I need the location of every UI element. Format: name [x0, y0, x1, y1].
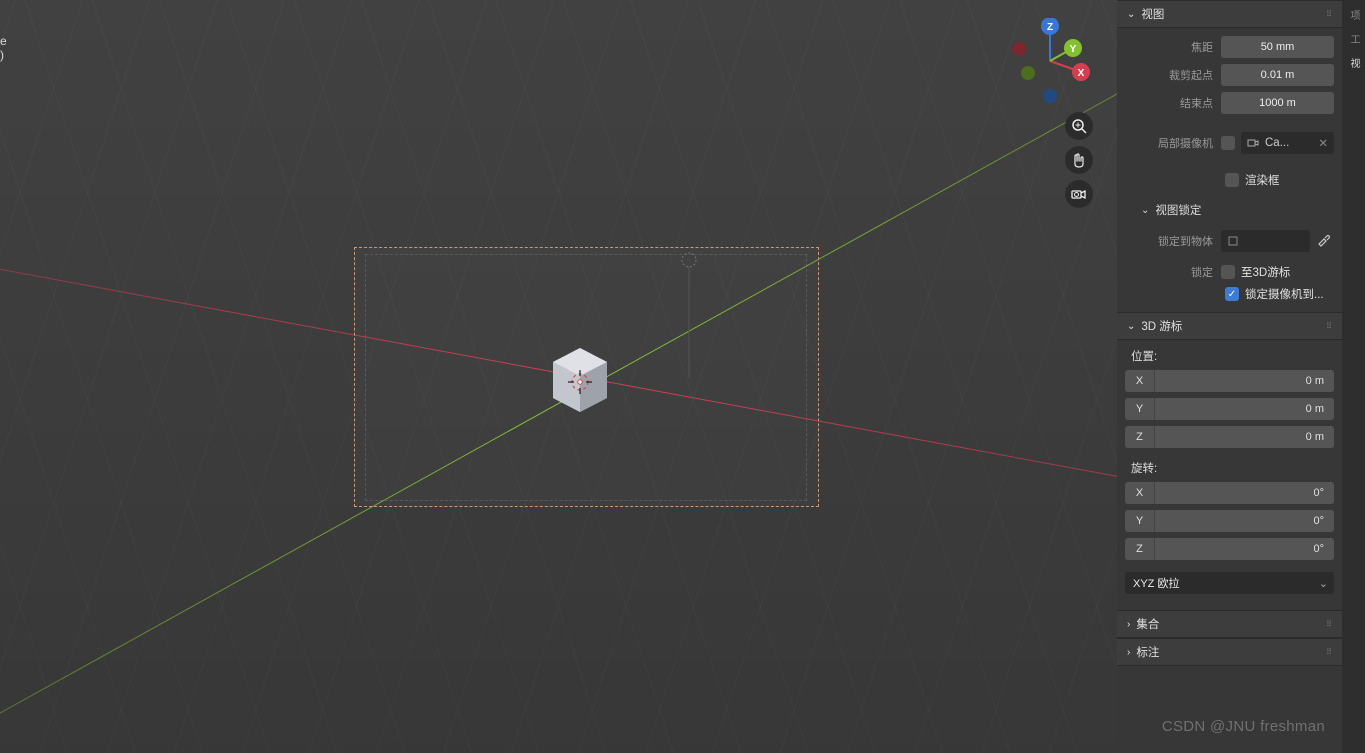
- hand-icon: [1071, 152, 1087, 168]
- z-axis-label[interactable]: Z: [1047, 22, 1053, 33]
- focal-length-field[interactable]: 50 mm: [1221, 36, 1334, 58]
- camera-data-icon: [1247, 137, 1259, 149]
- zoom-button[interactable]: [1065, 112, 1093, 140]
- tab-view[interactable]: 视: [1346, 54, 1361, 72]
- focal-length-label: 焦距: [1125, 39, 1221, 55]
- panel-title: 3D 游标: [1141, 318, 1182, 334]
- cropped-left-text: e ): [0, 34, 7, 62]
- rotation-order-dropdown[interactable]: XYZ 欧拉: [1125, 572, 1334, 594]
- tab-item[interactable]: 项: [1346, 6, 1361, 24]
- x-axis-label[interactable]: X: [1078, 68, 1085, 79]
- drag-dots-icon[interactable]: ⠿: [1326, 648, 1334, 657]
- panel-header-3dcursor[interactable]: ⌄ 3D 游标 ⠿: [1117, 312, 1342, 340]
- subpanel-view-lock[interactable]: ⌄ 视图锁定: [1117, 198, 1342, 222]
- chevron-down-icon: ⌄: [1141, 205, 1149, 216]
- chevron-down-icon: ⌄: [1127, 321, 1135, 332]
- render-box-checkbox[interactable]: [1225, 173, 1239, 187]
- panel-header-collections[interactable]: › 集合 ⠿: [1117, 610, 1342, 638]
- chevron-right-icon: ›: [1127, 647, 1130, 658]
- lock-to-object-label: 锁定到物体: [1125, 233, 1221, 249]
- n-panel-sidebar: ⌄ 视图 ⠿ 焦距 50 mm 裁剪起点 0.01 m 结束点 1000 m 局…: [1117, 0, 1342, 753]
- drag-dots-icon[interactable]: ⠿: [1326, 322, 1334, 331]
- panel-title: 标注: [1136, 644, 1159, 660]
- subpanel-title: 视图锁定: [1155, 202, 1201, 218]
- lock-3dcursor-checkbox[interactable]: [1221, 265, 1235, 279]
- cursor-pos-y[interactable]: Y0 m: [1125, 398, 1334, 420]
- sidebar-tab-rail: 项 工 视: [1342, 0, 1365, 753]
- panel-title: 集合: [1136, 616, 1159, 632]
- cursor-rot-y[interactable]: Y0°: [1125, 510, 1334, 532]
- clear-camera-icon[interactable]: ✕: [1318, 136, 1328, 150]
- local-camera-label: 局部摄像机: [1125, 135, 1221, 151]
- pan-button[interactable]: [1065, 146, 1093, 174]
- lock-to-object-field[interactable]: [1221, 230, 1310, 252]
- orbit-gizmo[interactable]: Z X Y: [1007, 18, 1093, 104]
- cursor-rot-z[interactable]: Z0°: [1125, 538, 1334, 560]
- panel-header-view[interactable]: ⌄ 视图 ⠿: [1117, 0, 1342, 28]
- clip-start-label: 裁剪起点: [1125, 67, 1221, 83]
- panel-title: 视图: [1141, 6, 1164, 22]
- camera-name: Ca...: [1265, 137, 1289, 149]
- local-camera-object[interactable]: Ca... ✕: [1241, 132, 1334, 154]
- object-data-icon: [1227, 235, 1239, 247]
- clip-start-field[interactable]: 0.01 m: [1221, 64, 1334, 86]
- panel-header-annotations[interactable]: › 标注 ⠿: [1117, 638, 1342, 666]
- chevron-down-icon: ⌄: [1127, 9, 1135, 20]
- position-label: 位置:: [1125, 348, 1157, 364]
- zoom-icon: [1071, 118, 1087, 134]
- y-axis-label[interactable]: Y: [1070, 44, 1077, 55]
- scene-light[interactable]: [679, 250, 699, 380]
- clip-end-field[interactable]: 1000 m: [1221, 92, 1334, 114]
- chevron-right-icon: ›: [1127, 619, 1130, 630]
- cursor-rot-x[interactable]: X0°: [1125, 482, 1334, 504]
- watermark-text: CSDN @JNU freshman: [1162, 718, 1325, 735]
- lock-camera-checkbox[interactable]: [1225, 287, 1239, 301]
- clip-end-label: 结束点: [1125, 95, 1221, 111]
- 3d-viewport[interactable]: Z X Y e ): [0, 0, 1117, 753]
- camera-icon: [1071, 186, 1087, 202]
- cursor-pos-x[interactable]: X0 m: [1125, 370, 1334, 392]
- eyedropper-icon[interactable]: [1316, 233, 1334, 250]
- local-camera-checkbox[interactable]: [1221, 136, 1235, 150]
- drag-dots-icon[interactable]: ⠿: [1326, 620, 1334, 629]
- drag-dots-icon[interactable]: ⠿: [1326, 10, 1334, 19]
- lock-label: 锁定: [1125, 264, 1221, 280]
- lock-camera-label: 锁定摄像机到...: [1245, 286, 1324, 302]
- lock-3dcursor-label: 至3D游标: [1241, 264, 1290, 280]
- render-box-label: 渲染框: [1245, 172, 1280, 188]
- 3d-cursor-icon: [568, 370, 592, 394]
- camera-view-button[interactable]: [1065, 180, 1093, 208]
- rotation-label: 旋转:: [1125, 460, 1157, 476]
- tab-tool[interactable]: 工: [1346, 30, 1361, 48]
- cursor-pos-z[interactable]: Z0 m: [1125, 426, 1334, 448]
